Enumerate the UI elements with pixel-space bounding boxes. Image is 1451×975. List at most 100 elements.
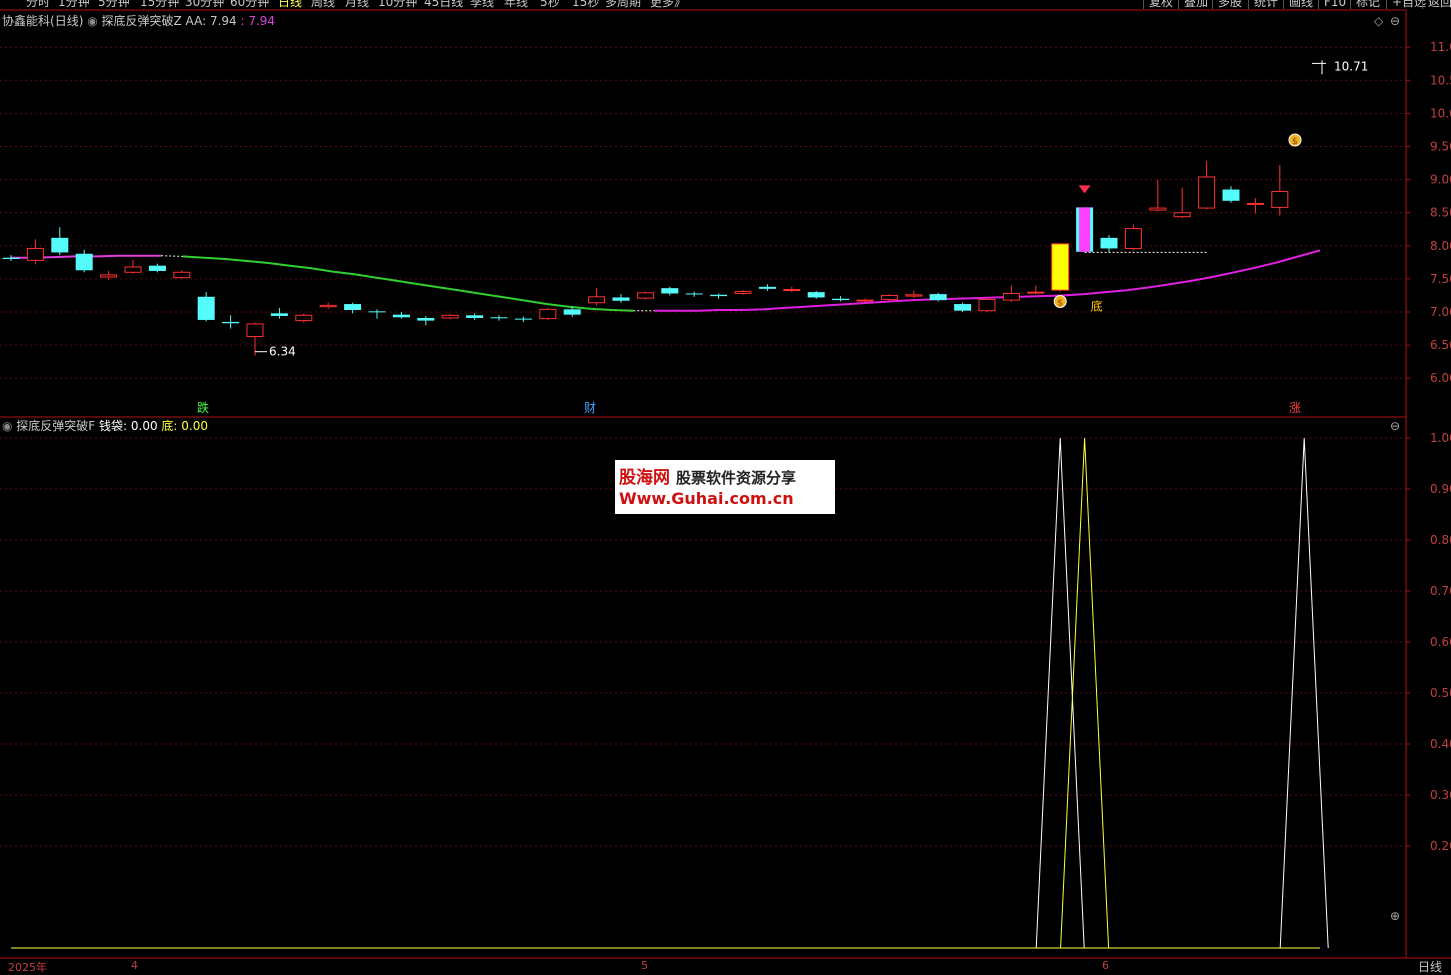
candle-body	[2, 257, 20, 260]
sub-title-part: 钱袋:	[95, 418, 131, 433]
candle-body	[466, 315, 484, 318]
high-price-marker: 10.71	[1334, 59, 1368, 73]
main-title-part: (日线)	[50, 14, 83, 28]
candle-body	[148, 265, 166, 271]
price-axis-label: 9.50	[1430, 140, 1451, 154]
date-label-may: 5	[641, 959, 648, 972]
candle-body	[929, 294, 947, 301]
candle-body	[197, 296, 215, 320]
candle-body	[368, 311, 386, 313]
main-panel-title: 协鑫能科(日线) ◉ 探底反弹突破Z AA: 7.94 : 7.94	[2, 13, 275, 28]
candle-body	[1002, 292, 1020, 301]
main-title-part: 协鑫能科	[2, 13, 50, 28]
sub-panel-title: ◉ 探底反弹突破F 钱袋: 0.00 底: 0.00	[2, 418, 208, 433]
candle-body	[1100, 237, 1118, 249]
candle-body	[783, 288, 801, 291]
money-bag-top-icon-glyph: $	[1292, 137, 1298, 147]
event-label-1: 财	[584, 401, 596, 415]
candle-body	[612, 297, 630, 301]
candle-body	[441, 314, 459, 319]
candle-body	[1149, 207, 1167, 211]
candle-body	[978, 298, 996, 312]
candle-body	[905, 294, 923, 297]
candle-body	[1027, 291, 1045, 294]
price-axis-label: 11.00	[1430, 40, 1451, 54]
price-axis-label: 8.50	[1430, 206, 1451, 220]
date-label-april: 4	[131, 959, 138, 972]
candle-body	[344, 304, 362, 311]
date-label-year: 2025年	[8, 961, 47, 974]
diamond-outline-icon: ◇	[1374, 14, 1384, 28]
candle-body	[1271, 191, 1289, 208]
candle-body	[1246, 202, 1264, 205]
price-axis-label: 6.00	[1430, 371, 1451, 385]
candle-body	[588, 296, 606, 304]
candle-body	[295, 314, 313, 322]
sub-title-part: 0.00	[131, 419, 158, 433]
sub-title-part: 探底反弹突破F	[16, 418, 95, 433]
main-title-part: : 7.94	[237, 14, 275, 28]
candle-body	[417, 317, 435, 321]
sub-axis-label: 0.90	[1430, 482, 1451, 496]
candle-body	[880, 294, 898, 300]
candle-body	[246, 323, 264, 337]
candle-body	[856, 299, 874, 302]
price-axis-label: 10.50	[1430, 73, 1451, 87]
period-footer[interactable]: 日线	[1418, 958, 1442, 975]
price-axis-label: 10.00	[1430, 106, 1451, 120]
event-label-2: 涨	[1289, 400, 1301, 415]
candle-body	[319, 304, 337, 308]
candle-body	[734, 290, 752, 294]
candle-body	[1198, 176, 1216, 209]
candle-body	[173, 271, 191, 279]
candle-body	[661, 288, 679, 294]
event-label-0: 跌	[197, 400, 209, 415]
candle-body	[954, 304, 972, 311]
low-price-marker: 6.34	[269, 345, 296, 359]
candle-body	[807, 292, 825, 298]
money-bag-icon-glyph: $	[1057, 298, 1063, 308]
watermark-brand: 股海网	[619, 468, 670, 488]
sub-axis-label: 0.20	[1430, 839, 1451, 853]
price-axis-label: 8.00	[1430, 239, 1451, 253]
watermark-url: Www.Guhai.com.cn	[619, 489, 794, 508]
sub-axis-label: 0.50	[1430, 686, 1451, 700]
sub-axis-label: 0.80	[1430, 533, 1451, 547]
candle-body	[222, 321, 240, 324]
candle-body	[832, 298, 850, 301]
sub-axis-label: 1.00	[1430, 431, 1451, 445]
candle-body	[710, 294, 728, 297]
date-label-june: 6	[1102, 959, 1109, 972]
watermark-logo: 股海网 股票软件资源分享 Www.Guhai.com.cn	[615, 460, 835, 514]
ma-line-gap	[161, 255, 183, 257]
candle-body	[636, 292, 654, 299]
main-title-part: 探底反弹突破Z	[102, 13, 182, 28]
candle-body	[539, 308, 557, 320]
price-axis-label: 9.00	[1430, 173, 1451, 187]
price-axis-label: 6.50	[1430, 338, 1451, 352]
candle-body	[758, 286, 776, 289]
candle-body	[563, 309, 581, 315]
candle-body	[514, 318, 532, 320]
sub-axis-label: 0.70	[1430, 584, 1451, 598]
sub-axis-label: 0.30	[1430, 788, 1451, 802]
watermark-slogan: 股票软件资源分享	[676, 469, 797, 487]
diamond-icon	[1078, 185, 1091, 194]
candle-body	[1124, 228, 1142, 249]
candle-body	[1222, 189, 1240, 201]
candle-body	[1051, 243, 1070, 291]
bottom-signal-label: 底	[1091, 298, 1103, 313]
sub-title-part: 0.00	[181, 419, 208, 433]
candle-body	[1173, 212, 1191, 218]
ma-line-segment-falling	[182, 255, 634, 312]
watermark-line1: 股海网 股票软件资源分享	[619, 463, 796, 488]
price-axis-label: 7.00	[1430, 305, 1451, 319]
candle-body	[270, 313, 288, 316]
sub-title-part: ◉	[2, 419, 16, 433]
main-title-part: AA:	[182, 14, 210, 28]
candle-body	[75, 253, 93, 271]
candle-body	[124, 266, 142, 273]
main-title-part: ◉	[83, 14, 101, 28]
collapse-icon: ⊖	[1390, 14, 1400, 28]
sub-title-part: 底:	[158, 418, 182, 433]
